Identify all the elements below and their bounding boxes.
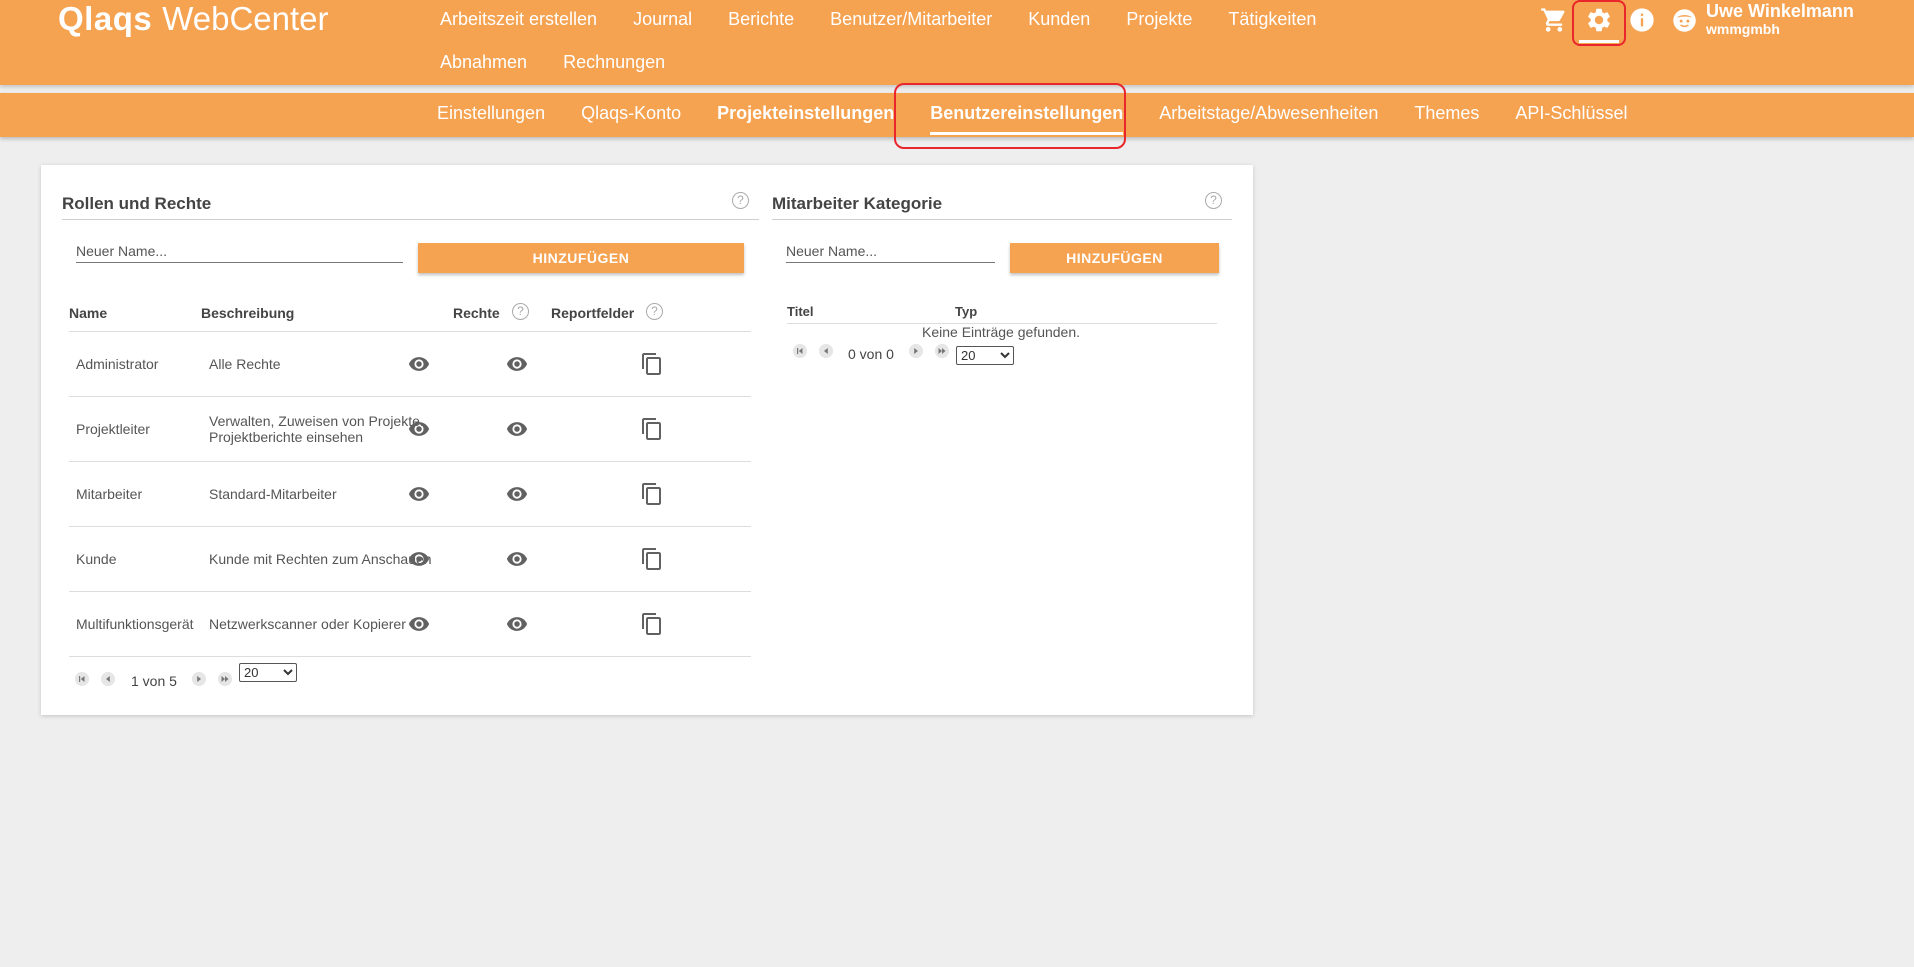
category-add-button[interactable]: HINZUFÜGEN bbox=[1010, 243, 1219, 273]
previous-page-icon[interactable] bbox=[101, 672, 115, 686]
category-page-size-select[interactable]: 20 bbox=[956, 346, 1014, 365]
role-description: Netzwerkscanner oder Kopierer bbox=[209, 616, 406, 632]
empty-message: Keine Einträge gefunden. bbox=[922, 324, 1081, 340]
category-title: Mitarbeiter Kategorie bbox=[772, 194, 943, 213]
tab-einstellungen[interactable]: Einstellungen bbox=[419, 93, 563, 137]
nav-item-berichte[interactable]: Berichte bbox=[710, 0, 812, 38]
logo-brand: Qlaqs bbox=[58, 0, 153, 37]
category-title-divider bbox=[772, 219, 1232, 220]
settings-card: Rollen und Rechte ? HINZUFÜGEN Name Besc… bbox=[41, 165, 1253, 715]
user-company: wmmgmbh bbox=[1706, 21, 1780, 37]
app-logo[interactable]: Qlaqs WebCenter bbox=[58, 0, 329, 38]
rights-help-icon[interactable]: ? bbox=[512, 303, 529, 320]
roles-title: Rollen und Rechte bbox=[62, 194, 212, 213]
top-bar: Qlaqs WebCenter Arbeitszeit erstellen Jo… bbox=[0, 0, 1914, 85]
roles-page-size-select[interactable]: 20 bbox=[239, 663, 297, 682]
role-name: Mitarbeiter bbox=[76, 486, 143, 502]
category-help-icon[interactable]: ? bbox=[1205, 192, 1222, 209]
nav-item-abnahmen[interactable]: Abnahmen bbox=[422, 38, 545, 84]
tab-themes[interactable]: Themes bbox=[1396, 93, 1497, 137]
table-row[interactable]: Projektleiter Verwalten, Zuweisen von Pr… bbox=[69, 396, 751, 461]
previous-page-icon[interactable] bbox=[819, 344, 833, 358]
avatar-icon[interactable] bbox=[1671, 7, 1698, 34]
table-row[interactable]: Multifunktionsgerät Netzwerkscanner oder… bbox=[69, 591, 751, 656]
copy-icon[interactable] bbox=[640, 547, 664, 571]
nav-item-kunden[interactable]: Kunden bbox=[1010, 0, 1108, 38]
view-report-fields-eye-icon[interactable] bbox=[505, 613, 529, 635]
user-menu[interactable]: Uwe Winkelmann wmmgmbh bbox=[1706, 1, 1854, 38]
role-description: Standard-Mitarbeiter bbox=[209, 486, 337, 502]
role-description: Verwalten, Zuweisen von Projekte. Projek… bbox=[209, 413, 424, 445]
column-header-description: Beschreibung bbox=[201, 305, 295, 321]
last-page-icon[interactable] bbox=[935, 344, 949, 358]
report-fields-help-icon[interactable]: ? bbox=[646, 303, 663, 320]
table-row[interactable]: Administrator Alle Rechte bbox=[69, 331, 751, 396]
role-description: Kunde mit Rechten zum Anschauen bbox=[209, 551, 432, 567]
first-page-icon[interactable] bbox=[793, 344, 807, 358]
table-bottom-divider bbox=[69, 656, 751, 657]
view-report-fields-eye-icon[interactable] bbox=[505, 418, 529, 440]
view-rights-eye-icon[interactable] bbox=[407, 418, 431, 440]
tab-arbeitstage-abwesenheiten[interactable]: Arbeitstage/Abwesenheiten bbox=[1141, 93, 1396, 137]
role-name: Administrator bbox=[76, 356, 159, 372]
tab-projekteinstellungen[interactable]: Projekteinstellungen bbox=[699, 93, 912, 137]
view-report-fields-eye-icon[interactable] bbox=[505, 353, 529, 375]
roles-help-icon[interactable]: ? bbox=[732, 192, 749, 209]
settings-subnav-bar: Einstellungen Qlaqs-Konto Projekteinstel… bbox=[0, 93, 1914, 137]
role-description: Alle Rechte bbox=[209, 356, 281, 372]
copy-icon[interactable] bbox=[640, 482, 664, 506]
next-page-icon[interactable] bbox=[909, 344, 923, 358]
table-row[interactable]: Kunde Kunde mit Rechten zum Anschauen bbox=[69, 526, 751, 591]
column-header-report-fields: Reportfelder bbox=[551, 305, 635, 321]
info-icon[interactable] bbox=[1628, 6, 1656, 34]
column-header-title: Titel bbox=[787, 304, 814, 319]
copy-icon[interactable] bbox=[640, 417, 664, 441]
view-rights-eye-icon[interactable] bbox=[407, 548, 431, 570]
table-row[interactable]: Mitarbeiter Standard-Mitarbeiter bbox=[69, 461, 751, 526]
next-page-icon[interactable] bbox=[192, 672, 206, 686]
nav-item-rechnungen[interactable]: Rechnungen bbox=[545, 38, 683, 84]
category-name-input[interactable] bbox=[786, 239, 995, 263]
tab-qlaqs-konto[interactable]: Qlaqs-Konto bbox=[563, 93, 699, 137]
gear-icon[interactable] bbox=[1585, 6, 1613, 34]
settings-subnav: Einstellungen Qlaqs-Konto Projekteinstel… bbox=[419, 93, 1645, 137]
view-report-fields-eye-icon[interactable] bbox=[505, 548, 529, 570]
role-name: Projektleiter bbox=[76, 421, 150, 437]
category-page-indicator: 0 von 0 bbox=[848, 346, 894, 362]
nav-item-arbeitszeit-erstellen[interactable]: Arbeitszeit erstellen bbox=[422, 0, 615, 38]
tab-benutzereinstellungen[interactable]: Benutzereinstellungen bbox=[912, 93, 1141, 137]
column-header-type: Typ bbox=[955, 304, 978, 319]
roles-page-indicator: 1 von 5 bbox=[131, 673, 177, 689]
role-name: Multifunktionsgerät bbox=[76, 616, 194, 632]
view-rights-eye-icon[interactable] bbox=[407, 613, 431, 635]
gear-active-underline bbox=[1579, 40, 1619, 43]
last-page-icon[interactable] bbox=[218, 672, 232, 686]
copy-icon[interactable] bbox=[640, 612, 664, 636]
view-report-fields-eye-icon[interactable] bbox=[505, 483, 529, 505]
view-rights-eye-icon[interactable] bbox=[407, 353, 431, 375]
roles-title-divider bbox=[62, 219, 759, 220]
nav-item-projekte[interactable]: Projekte bbox=[1108, 0, 1210, 38]
nav-item-journal[interactable]: Journal bbox=[615, 0, 710, 38]
column-header-name: Name bbox=[69, 305, 108, 321]
roles-add-button[interactable]: HINZUFÜGEN bbox=[418, 243, 744, 273]
cart-icon[interactable] bbox=[1540, 6, 1568, 34]
logo-product: WebCenter bbox=[162, 0, 329, 37]
copy-icon[interactable] bbox=[640, 352, 664, 376]
tab-api-schluessel[interactable]: API-Schlüssel bbox=[1497, 93, 1645, 137]
user-name: Uwe Winkelmann bbox=[1706, 1, 1854, 21]
nav-item-taetigkeiten[interactable]: Tätigkeiten bbox=[1210, 0, 1334, 38]
column-header-rights: Rechte bbox=[453, 305, 500, 321]
main-nav: Arbeitszeit erstellen Journal Berichte B… bbox=[422, 0, 1362, 84]
nav-item-benutzer-mitarbeiter[interactable]: Benutzer/Mitarbeiter bbox=[812, 0, 1010, 38]
role-name: Kunde bbox=[76, 551, 117, 567]
view-rights-eye-icon[interactable] bbox=[407, 483, 431, 505]
roles-name-input[interactable] bbox=[76, 239, 403, 263]
first-page-icon[interactable] bbox=[75, 672, 89, 686]
